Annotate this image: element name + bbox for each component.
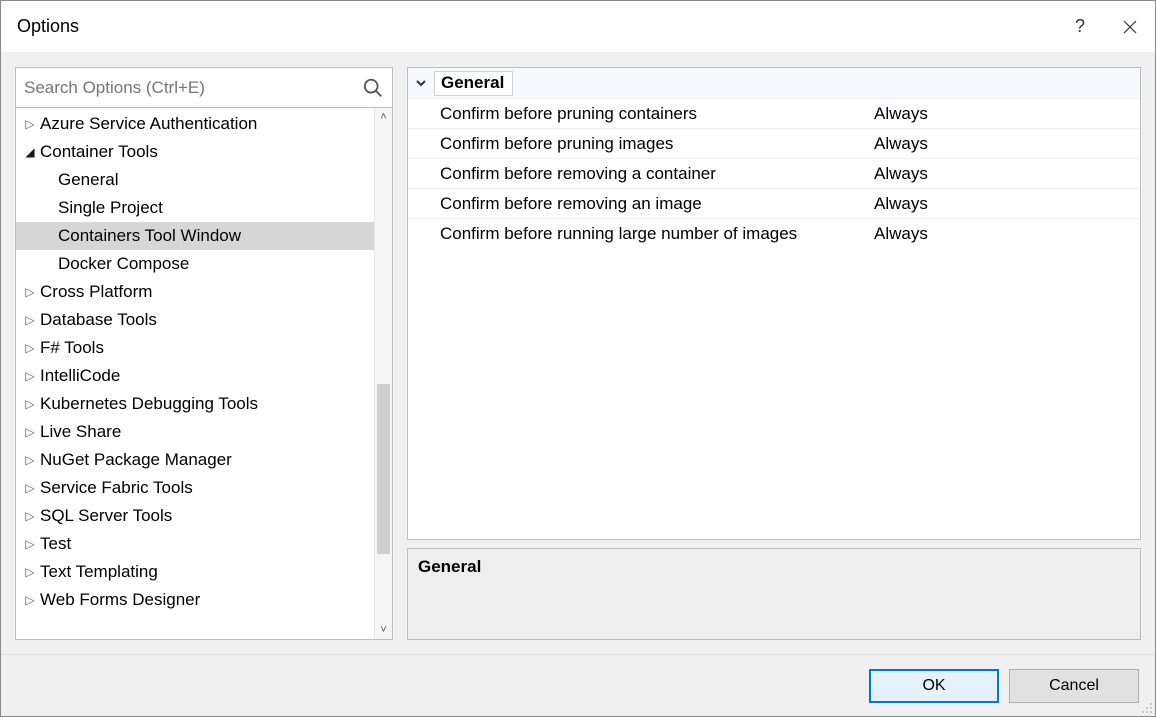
property-value[interactable]: Always: [868, 194, 1140, 214]
dialog-footer: OK Cancel: [1, 654, 1155, 716]
ok-button[interactable]: OK: [869, 669, 999, 703]
tree-item-label: Service Fabric Tools: [38, 478, 193, 498]
tree-item[interactable]: ▷Text Templating: [16, 558, 374, 586]
close-button[interactable]: [1105, 1, 1155, 53]
help-button[interactable]: ?: [1055, 1, 1105, 53]
property-grid[interactable]: General Confirm before pruning container…: [407, 67, 1141, 540]
property-name: Confirm before pruning images: [408, 134, 868, 154]
search-input[interactable]: [22, 74, 362, 102]
tree-item-label: Azure Service Authentication: [38, 114, 257, 134]
property-row[interactable]: Confirm before removing a containerAlway…: [408, 158, 1140, 188]
triangle-down-icon[interactable]: ◢: [22, 145, 38, 159]
triangle-right-icon[interactable]: ▷: [22, 593, 38, 607]
triangle-right-icon[interactable]: ▷: [22, 537, 38, 551]
tree-item[interactable]: ▷Web Forms Designer: [16, 586, 374, 614]
triangle-right-icon[interactable]: ▷: [22, 425, 38, 439]
scroll-track[interactable]: [375, 126, 392, 621]
group-name: General: [434, 71, 513, 96]
titlebar: Options ?: [1, 1, 1155, 53]
tree-wrap: ▷Azure Service Authentication◢Container …: [16, 108, 392, 639]
tree-item-label: SQL Server Tools: [38, 506, 172, 526]
triangle-right-icon[interactable]: ▷: [22, 341, 38, 355]
description-pane: General: [407, 548, 1141, 640]
tree-item-label: Test: [38, 534, 71, 554]
search-icon: [362, 77, 384, 99]
help-icon: ?: [1075, 16, 1085, 37]
property-group-header[interactable]: General: [408, 68, 1140, 98]
chevron-down-icon: [408, 77, 434, 89]
dialog-body: ▷Azure Service Authentication◢Container …: [1, 53, 1155, 654]
resize-grip-icon[interactable]: [1139, 700, 1153, 714]
ok-label: OK: [922, 677, 945, 695]
tree-item-label: Web Forms Designer: [38, 590, 200, 610]
settings-panel: General Confirm before pruning container…: [407, 67, 1141, 640]
triangle-right-icon[interactable]: ▷: [22, 565, 38, 579]
close-icon: [1123, 20, 1137, 34]
triangle-right-icon[interactable]: ▷: [22, 313, 38, 327]
cancel-button[interactable]: Cancel: [1009, 669, 1139, 703]
tree-item[interactable]: ▷NuGet Package Manager: [16, 446, 374, 474]
triangle-right-icon[interactable]: ▷: [22, 369, 38, 383]
tree-item[interactable]: ▷Azure Service Authentication: [16, 110, 374, 138]
property-row[interactable]: Confirm before running large number of i…: [408, 218, 1140, 248]
nav-panel: ▷Azure Service Authentication◢Container …: [15, 67, 393, 640]
tree-item[interactable]: ▷Live Share: [16, 418, 374, 446]
property-row[interactable]: Confirm before pruning imagesAlways: [408, 128, 1140, 158]
triangle-right-icon[interactable]: ▷: [22, 481, 38, 495]
property-name: Confirm before removing a container: [408, 164, 868, 184]
tree-item[interactable]: ▷F# Tools: [16, 334, 374, 362]
property-value[interactable]: Always: [868, 224, 1140, 244]
tree-item[interactable]: ▷Kubernetes Debugging Tools: [16, 390, 374, 418]
tree-item[interactable]: ▷Database Tools: [16, 306, 374, 334]
triangle-right-icon[interactable]: ▷: [22, 285, 38, 299]
property-value[interactable]: Always: [868, 104, 1140, 124]
tree-item[interactable]: General: [16, 166, 374, 194]
tree-item-label: F# Tools: [38, 338, 104, 358]
tree-scrollbar[interactable]: ˄ ˅: [374, 108, 392, 639]
tree-item-label: Containers Tool Window: [56, 226, 241, 246]
scroll-thumb[interactable]: [377, 384, 390, 554]
description-title: General: [418, 557, 1130, 577]
tree-item[interactable]: ▷Test: [16, 530, 374, 558]
tree-item[interactable]: ▷Cross Platform: [16, 278, 374, 306]
property-value[interactable]: Always: [868, 134, 1140, 154]
tree-item-label: Live Share: [38, 422, 121, 442]
tree-item[interactable]: ▷SQL Server Tools: [16, 502, 374, 530]
property-name: Confirm before running large number of i…: [408, 224, 868, 244]
tree-item-label: Cross Platform: [38, 282, 152, 302]
triangle-right-icon[interactable]: ▷: [22, 397, 38, 411]
tree-item-label: Text Templating: [38, 562, 158, 582]
tree-item-label: Kubernetes Debugging Tools: [38, 394, 258, 414]
triangle-right-icon[interactable]: ▷: [22, 509, 38, 523]
tree-item[interactable]: ◢Container Tools: [16, 138, 374, 166]
tree-item[interactable]: Containers Tool Window: [16, 222, 374, 250]
tree-item-label: IntelliCode: [38, 366, 120, 386]
scroll-up-icon[interactable]: ˄: [375, 108, 392, 126]
triangle-right-icon[interactable]: ▷: [22, 453, 38, 467]
tree-item-label: NuGet Package Manager: [38, 450, 232, 470]
tree-item-label: General: [56, 170, 118, 190]
property-name: Confirm before pruning containers: [408, 104, 868, 124]
options-dialog: Options ? ▷Azure Service Authentication◢…: [0, 0, 1156, 717]
tree-item-label: Single Project: [56, 198, 163, 218]
property-row[interactable]: Confirm before pruning containersAlways: [408, 98, 1140, 128]
tree-item[interactable]: ▷IntelliCode: [16, 362, 374, 390]
tree-item-label: Database Tools: [38, 310, 157, 330]
search-box[interactable]: [16, 68, 392, 108]
tree-item-label: Docker Compose: [56, 254, 189, 274]
scroll-down-icon[interactable]: ˅: [375, 621, 392, 639]
triangle-right-icon[interactable]: ▷: [22, 117, 38, 131]
tree-item[interactable]: ▷Service Fabric Tools: [16, 474, 374, 502]
tree-item[interactable]: Single Project: [16, 194, 374, 222]
window-title: Options: [17, 16, 1055, 37]
options-tree[interactable]: ▷Azure Service Authentication◢Container …: [16, 108, 374, 639]
tree-item[interactable]: Docker Compose: [16, 250, 374, 278]
cancel-label: Cancel: [1049, 677, 1099, 695]
property-row[interactable]: Confirm before removing an imageAlways: [408, 188, 1140, 218]
property-name: Confirm before removing an image: [408, 194, 868, 214]
property-value[interactable]: Always: [868, 164, 1140, 184]
tree-item-label: Container Tools: [38, 142, 158, 162]
property-rows: Confirm before pruning containersAlwaysC…: [408, 98, 1140, 248]
